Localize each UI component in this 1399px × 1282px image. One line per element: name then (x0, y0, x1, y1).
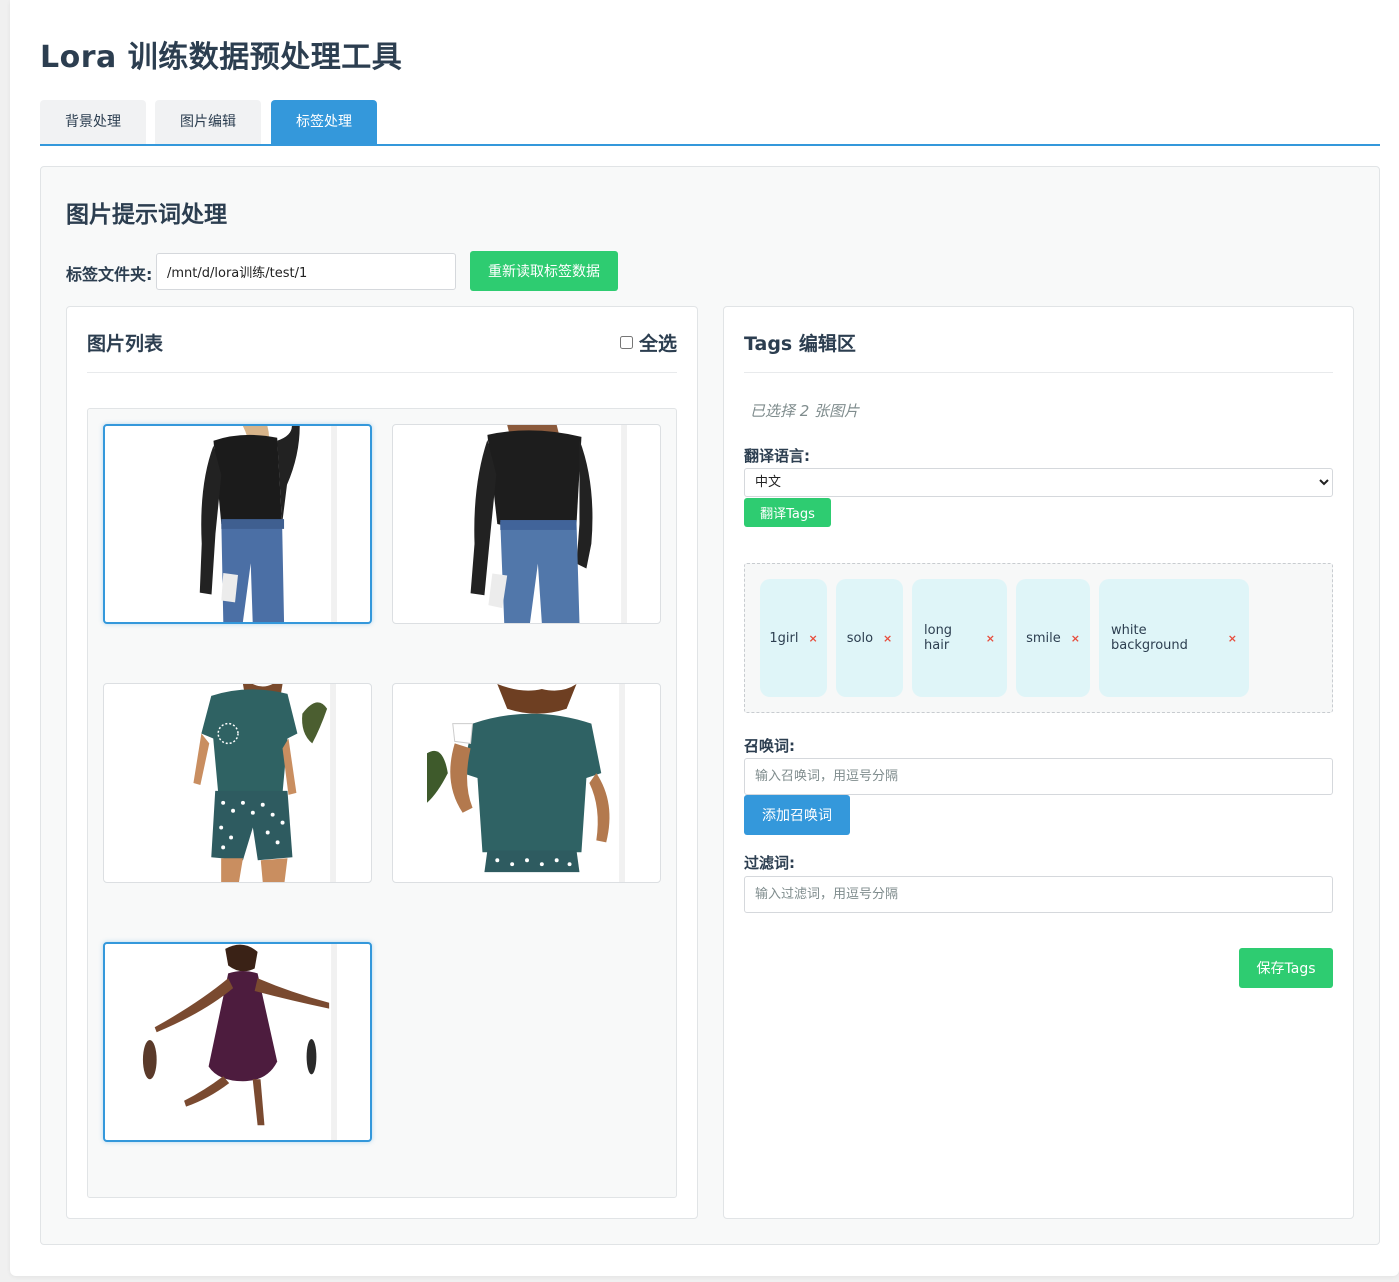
tag-chip[interactable]: smile × (1016, 579, 1090, 697)
save-tags-button[interactable]: 保存Tags (1239, 948, 1333, 988)
image-thumb[interactable] (392, 683, 661, 883)
app-window: Lora 训练数据预处理工具 背景处理 图片编辑 标签处理 图片提示词处理 标签… (10, 0, 1399, 1276)
tab-image-edit[interactable]: 图片编辑 (155, 100, 261, 144)
tag-label: solo (846, 630, 874, 646)
remove-tag-icon[interactable]: × (1228, 632, 1237, 645)
tag-chip[interactable]: white background × (1099, 579, 1249, 697)
image-thumb[interactable] (103, 942, 372, 1142)
image-list-header: 图片列表 全选 (87, 327, 677, 373)
remove-tag-icon[interactable]: × (1071, 632, 1080, 645)
tag-chip[interactable]: 1girl × (760, 579, 827, 697)
select-all-label: 全选 (638, 333, 677, 355)
select-all-checkbox[interactable] (619, 336, 633, 349)
folder-path-input[interactable] (156, 253, 456, 290)
reload-tags-button[interactable]: 重新读取标签数据 (470, 251, 618, 291)
trigger-words-input[interactable] (744, 758, 1333, 795)
image-thumb[interactable] (103, 683, 372, 883)
image-list-card: 图片列表 全选 (66, 306, 698, 1219)
tag-label: 1girl (769, 630, 799, 646)
tags-container: 1girl × solo × long hair × smile × white… (744, 563, 1333, 713)
folder-label: 标签文件夹: (66, 265, 153, 284)
trigger-words-label: 召唤词: (744, 737, 795, 755)
tag-label: smile (1026, 630, 1061, 646)
image-thumb[interactable] (392, 424, 661, 624)
tag-label: white background (1111, 623, 1188, 653)
remove-tag-icon[interactable]: × (986, 632, 995, 645)
photo-purple-dress (139, 944, 337, 1140)
filter-words-label: 过滤词: (744, 854, 795, 872)
image-thumb[interactable] (103, 424, 372, 624)
select-all[interactable]: 全选 (619, 329, 677, 356)
translate-tags-button[interactable]: 翻译Tags (744, 498, 831, 527)
panel-title: 图片提示词处理 (66, 202, 227, 228)
tags-editor-header: Tags 编辑区 (744, 327, 1333, 373)
image-list-title: 图片列表 (87, 333, 164, 355)
language-label: 翻译语言: (744, 447, 810, 465)
add-trigger-words-button[interactable]: 添加召唤词 (744, 795, 850, 835)
image-gallery[interactable] (87, 408, 677, 1198)
remove-tag-icon[interactable]: × (883, 632, 892, 645)
tag-label: long hair (924, 623, 953, 653)
tab-bar: 背景处理 图片编辑 标签处理 (40, 100, 1380, 146)
language-select[interactable]: 中文 (744, 468, 1333, 497)
tag-chip[interactable]: long hair × (912, 579, 1007, 697)
tag-processing-panel: 图片提示词处理 标签文件夹: 重新读取标签数据 图片列表 全选 (40, 166, 1380, 1245)
photo-teal-tshirt-polka-shorts (138, 684, 337, 882)
tags-editor-title: Tags 编辑区 (744, 333, 856, 355)
remove-tag-icon[interactable]: × (808, 632, 817, 645)
tab-tag-processing[interactable]: 标签处理 (271, 100, 377, 144)
tags-editor-card: Tags 编辑区 已选择 2 张图片 翻译语言: 中文 翻译Tags 1girl… (723, 306, 1354, 1219)
photo-teal-tshirt-cup (427, 684, 626, 882)
photo-mesh-top-jeans (427, 425, 627, 623)
photo-mesh-top-jeans (139, 426, 337, 622)
app-title: Lora 训练数据预处理工具 (40, 40, 403, 75)
tag-chip[interactable]: solo × (836, 579, 903, 697)
selected-count-text: 已选择 2 张图片 (750, 402, 860, 420)
tab-background[interactable]: 背景处理 (40, 100, 146, 144)
filter-words-input[interactable] (744, 876, 1333, 913)
